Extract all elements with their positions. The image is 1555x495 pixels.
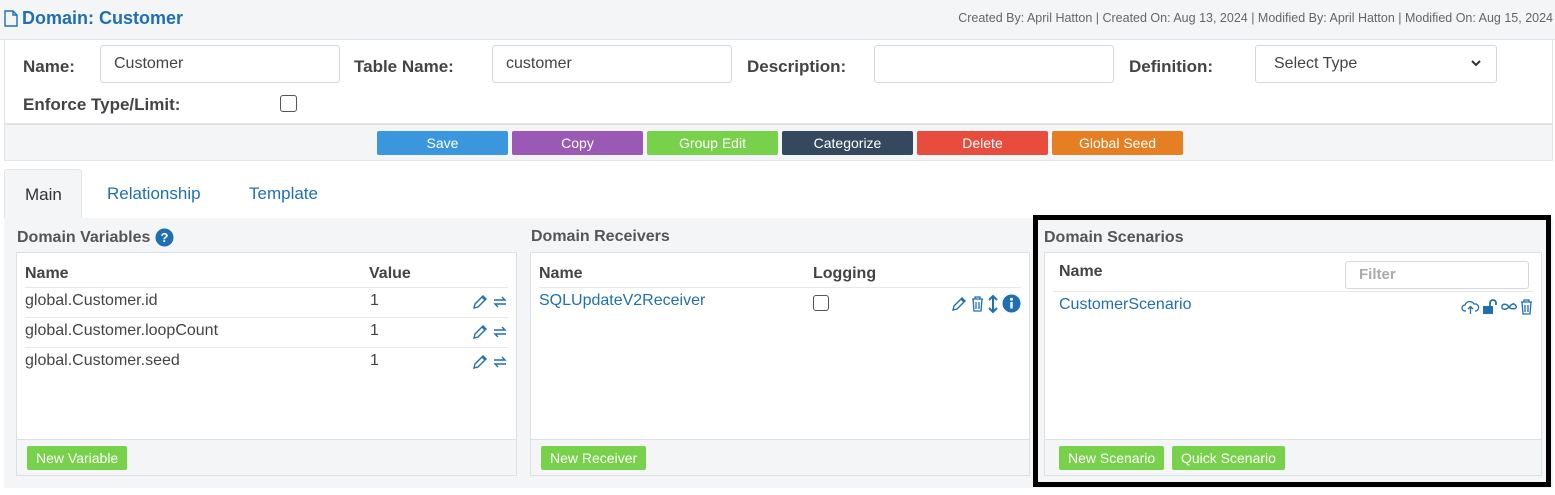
domain-form: Name: Customer Table Name: customer Desc… — [4, 40, 1553, 124]
page-title-text: Domain: Customer — [22, 8, 184, 28]
pencil-icon[interactable] — [472, 324, 488, 340]
svg-text:?: ? — [161, 230, 169, 245]
copy-button[interactable]: Copy — [512, 131, 643, 155]
variables-panel: Name Value global.Customer.id 1 global.C… — [16, 252, 517, 476]
pencil-icon[interactable] — [472, 354, 488, 370]
table-row: global.Customer.id 1 — [25, 287, 508, 317]
transfer-icon[interactable] — [492, 324, 508, 340]
transfer-icon[interactable] — [492, 294, 508, 310]
new-variable-button[interactable]: New Variable — [27, 446, 128, 470]
info-icon[interactable] — [1002, 294, 1021, 313]
table-name-input[interactable]: customer — [492, 45, 732, 83]
row-actions — [472, 294, 508, 310]
variables-col-name: Name — [25, 265, 69, 282]
name-label: Name: — [23, 57, 75, 76]
variables-title: Domain Variables ? — [17, 228, 174, 247]
table-row: global.Customer.loopCount 1 — [25, 317, 508, 347]
variable-value: 1 — [370, 352, 379, 369]
variable-name: global.Customer.seed — [25, 352, 180, 369]
logging-checkbox[interactable] — [813, 295, 829, 311]
table-row: SQLUpdateV2Receiver — [539, 287, 1021, 319]
tab-main[interactable]: Main — [4, 169, 82, 219]
definition-select[interactable]: Select Type — [1255, 45, 1497, 83]
table-row: global.Customer.seed 1 — [25, 347, 508, 377]
variables-footer: New Variable — [17, 439, 516, 475]
definition-selected-value: Select Type — [1274, 55, 1358, 72]
help-icon[interactable]: ? — [155, 228, 174, 247]
variable-value: 1 — [370, 322, 379, 339]
new-receiver-button[interactable]: New Receiver — [541, 446, 647, 470]
receivers-title: Domain Receivers — [531, 228, 670, 245]
group-edit-button[interactable]: Group Edit — [647, 131, 778, 155]
global-seed-button[interactable]: Global Seed — [1052, 131, 1183, 155]
name-input[interactable]: Customer — [100, 45, 340, 83]
pencil-icon[interactable] — [472, 294, 488, 310]
document-icon — [4, 10, 18, 27]
audit-info: Created By: April Hatton | Created On: A… — [958, 11, 1553, 25]
receivers-panel: Name Logging SQLUpdateV2Receiver New Rec… — [530, 252, 1030, 476]
row-actions — [472, 354, 508, 370]
variables-col-value: Value — [369, 265, 411, 282]
variable-value: 1 — [370, 292, 379, 309]
definition-label: Definition: — [1129, 57, 1214, 76]
variables-title-text: Domain Variables — [17, 228, 151, 246]
save-button[interactable]: Save — [377, 131, 508, 155]
tab-template[interactable]: Template — [229, 169, 338, 219]
tab-bar: Main Relationship Template — [4, 169, 1553, 219]
page-title: Domain: Customer — [4, 8, 183, 29]
receiver-link[interactable]: SQLUpdateV2Receiver — [539, 292, 705, 310]
receivers-col-logging: Logging — [813, 265, 877, 282]
delete-button[interactable]: Delete — [917, 131, 1048, 155]
row-actions — [951, 294, 1021, 313]
enforce-checkbox[interactable] — [280, 95, 297, 112]
tab-relationship[interactable]: Relationship — [87, 169, 221, 219]
page-header: Domain: Customer Created By: April Hatto… — [0, 0, 1555, 40]
trash-icon[interactable] — [971, 295, 984, 312]
action-toolbar: Save Copy Group Edit Categorize Delete G… — [4, 124, 1553, 161]
chevron-down-icon — [1471, 60, 1481, 67]
row-actions — [472, 324, 508, 340]
highlight-frame — [1033, 215, 1551, 487]
variable-name: global.Customer.loopCount — [25, 322, 219, 339]
variable-name: global.Customer.id — [25, 292, 158, 309]
receivers-col-name: Name — [539, 265, 583, 282]
receivers-footer: New Receiver — [531, 439, 1029, 475]
pencil-icon[interactable] — [951, 296, 967, 312]
description-input[interactable] — [874, 45, 1114, 83]
sort-arrows-icon[interactable] — [988, 294, 998, 313]
enforce-label: Enforce Type/Limit: — [23, 95, 181, 114]
categorize-button[interactable]: Categorize — [782, 131, 913, 155]
transfer-icon[interactable] — [492, 354, 508, 370]
table-name-label: Table Name: — [354, 57, 454, 76]
description-label: Description: — [747, 57, 847, 76]
